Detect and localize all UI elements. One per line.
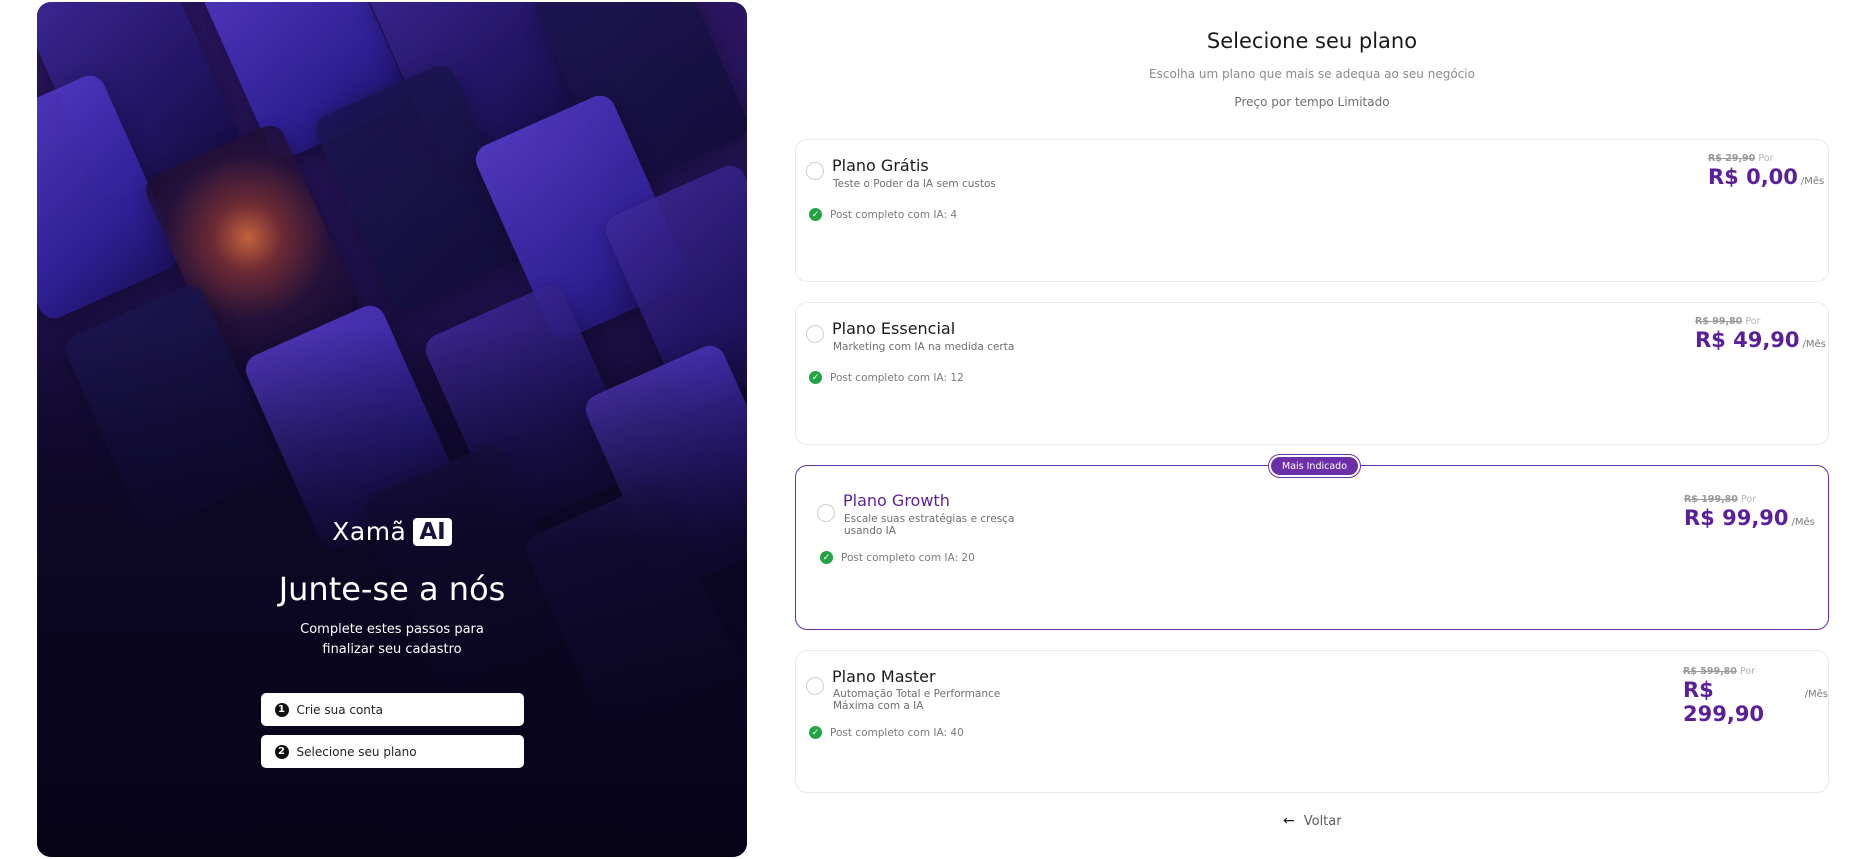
por-label: Por [1758, 153, 1774, 164]
check-icon: ✓ [809, 726, 822, 739]
plan-feature: ✓ Post completo com IA: 12 [809, 371, 964, 384]
old-price: R$ 199,80 [1684, 494, 1738, 505]
plan-name: Plano Grátis [832, 156, 929, 175]
plan-price: R$ 99,80 Por R$ 49,90/Mês [1695, 316, 1826, 352]
plan-description: Escale suas estratégias e cresça usando … [844, 513, 1015, 537]
check-icon: ✓ [820, 551, 833, 564]
per-month: /Mês [1800, 176, 1825, 187]
feature-label: Post completo com IA: 4 [830, 208, 958, 221]
check-icon: ✓ [809, 371, 822, 384]
plan-name: Plano Master [832, 667, 936, 686]
plan-feature: ✓ Post completo com IA: 4 [809, 208, 957, 221]
plan-radio[interactable] [817, 504, 835, 522]
join-title: Junte-se a nós [278, 570, 506, 608]
current-price: R$ 49,90 [1695, 328, 1800, 352]
plan-card-growth[interactable]: Mais Indicado Plano Growth Escale suas e… [795, 455, 1829, 630]
page-subtitle: Escolha um plano que mais se adequa ao s… [1149, 67, 1475, 81]
check-icon: ✓ [809, 208, 822, 221]
step-number: 2 [274, 744, 289, 759]
old-price: R$ 29,90 [1708, 153, 1756, 164]
plan-radio[interactable] [806, 325, 824, 343]
join-subtitle: Complete estes passos para finalizar seu… [300, 622, 484, 657]
step-label: Crie sua conta [296, 702, 383, 717]
signup-hero-panel: Xamã AI Junte-se a nós Complete estes pa… [37, 2, 747, 857]
plan-price: R$ 199,80 Por R$ 99,90/Mês [1684, 494, 1815, 530]
per-month: /Mês [1804, 689, 1828, 700]
signup-steps: 1 Crie sua conta 2 Selecione seu plano [260, 693, 524, 768]
feature-label: Post completo com IA: 20 [841, 551, 975, 564]
step-create-account[interactable]: 1 Crie sua conta [260, 693, 524, 726]
brand-logo: Xamã AI [332, 517, 452, 546]
por-label: Por [1745, 316, 1761, 327]
plan-name: Plano Growth [843, 491, 950, 510]
step-select-plan[interactable]: 2 Selecione seu plano [260, 735, 524, 768]
old-price: R$ 99,80 [1695, 316, 1743, 327]
plan-description: Marketing com IA na medida certa [833, 341, 1015, 353]
plan-description: Teste o Poder da IA sem custos [833, 178, 996, 190]
per-month: /Mês [1802, 339, 1826, 350]
feature-label: Post completo com IA: 40 [830, 726, 964, 739]
plan-card-gratis[interactable]: Plano Grátis Teste o Poder da IA sem cus… [795, 139, 1829, 282]
limited-time-note: Preço por tempo Limitado [1234, 95, 1390, 109]
back-button[interactable]: ← Voltar [1283, 813, 1342, 829]
back-label: Voltar [1303, 813, 1342, 829]
por-label: Por [1740, 494, 1757, 505]
arrow-left-icon: ← [1283, 813, 1295, 829]
plan-price: R$ 599,80 Por R$ 299,90/Mês [1683, 666, 1828, 726]
current-price: R$ 99,90 [1684, 506, 1789, 530]
por-label: Por [1739, 666, 1756, 677]
plan-feature: ✓ Post completo com IA: 20 [820, 551, 975, 564]
feature-label: Post completo com IA: 12 [830, 371, 964, 384]
current-price: R$ 0,00 [1708, 165, 1798, 189]
page-title: Selecione seu plano [1206, 29, 1418, 53]
brand-name: Xamã [332, 517, 407, 546]
brand-ai-badge: AI [413, 517, 452, 546]
current-price: R$ 299,90 [1683, 678, 1765, 726]
plan-card-essencial[interactable]: Plano Essencial Marketing com IA na medi… [795, 302, 1829, 445]
plan-selection: Selecione seu plano Escolha um plano que… [795, 0, 1829, 859]
step-number: 1 [274, 702, 289, 717]
plan-name: Plano Essencial [832, 319, 956, 338]
plan-price: R$ 29,90 Por R$ 0,00/Mês [1708, 153, 1824, 189]
plan-feature: ✓ Post completo com IA: 40 [809, 726, 964, 739]
plan-radio[interactable] [806, 162, 824, 180]
plan-description: Automação Total e Performance Máxima com… [833, 688, 1001, 712]
step-label: Selecione seu plano [296, 744, 417, 759]
old-price: R$ 599,80 [1683, 666, 1737, 677]
per-month: /Mês [1791, 517, 1815, 528]
plan-card-master[interactable]: Plano Master Automação Total e Performan… [795, 650, 1829, 793]
plan-radio[interactable] [806, 677, 824, 695]
recommended-badge: Mais Indicado [1269, 455, 1361, 477]
